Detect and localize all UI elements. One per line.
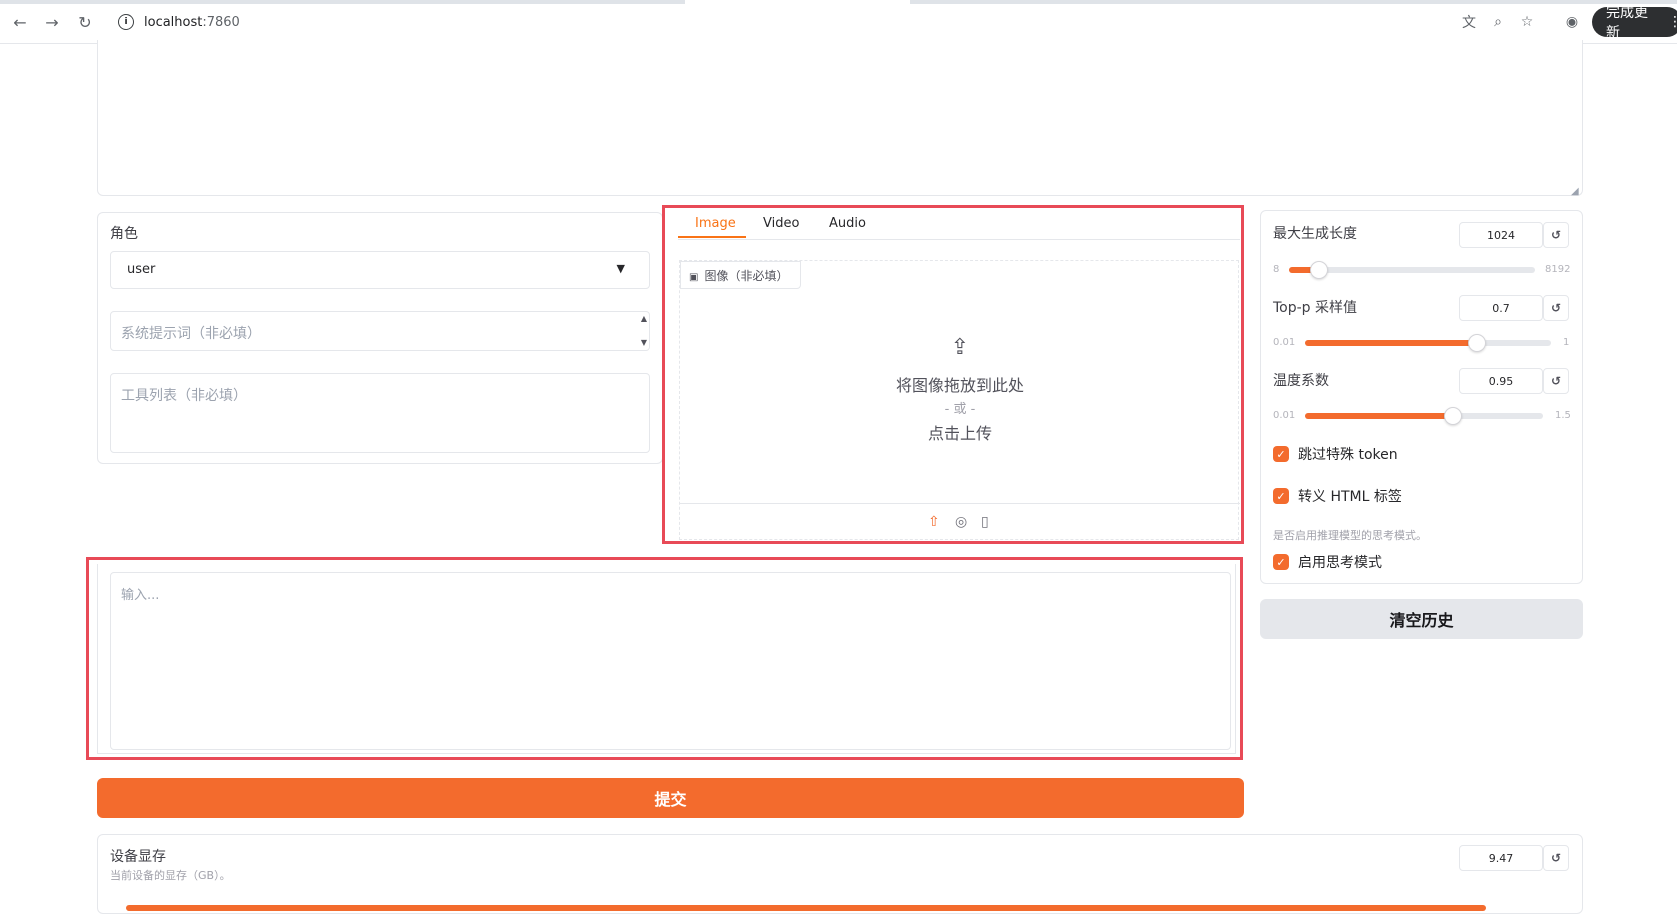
device-memory-reset-icon[interactable]: ↺ xyxy=(1543,845,1569,871)
browser-toolbar: ← → ↻ i localhost:7860 文 ⌕ ☆ ◉ 完成更新 ⋮ xyxy=(0,0,1677,44)
url-port: :7860 xyxy=(202,14,240,30)
top-p-label: Top-p 采样值 xyxy=(1273,300,1358,316)
device-memory-label: 设备显存 xyxy=(110,849,166,865)
image-icon: ▣ xyxy=(689,272,699,283)
spin-down-icon[interactable]: ▼ xyxy=(641,338,647,347)
tools-input[interactable]: 工具列表（非必填） xyxy=(110,373,650,453)
system-prompt-input[interactable]: 系统提示词（非必填） ▲ ▼ xyxy=(110,311,650,351)
role-panel: 角色 user ▼ 系统提示词（非必填） ▲ ▼ 工具列表（非必填） xyxy=(97,212,663,464)
image-label-text: 图像（非必填） xyxy=(704,269,789,283)
device-memory-panel: 设备显存 当前设备的显存（GB）。 9.47 ↺ xyxy=(97,834,1583,914)
enable-thinking-checkbox[interactable]: ✓ xyxy=(1273,554,1289,570)
url-host: localhost xyxy=(144,14,203,30)
temperature-reset-icon[interactable]: ↺ xyxy=(1543,368,1569,394)
click-upload-text: 点击上传 xyxy=(927,424,992,443)
role-value: user xyxy=(127,262,156,277)
enable-thinking-label[interactable]: 启用思考模式 xyxy=(1298,552,1382,572)
spin-up-icon[interactable]: ▲ xyxy=(641,314,647,323)
max-length-slider[interactable] xyxy=(1289,261,1535,279)
tab-video[interactable]: Video xyxy=(763,216,799,231)
clear-history-button[interactable]: 清空历史 xyxy=(1260,599,1583,639)
chat-input-placeholder: 输入... xyxy=(121,588,160,603)
max-length-reset-icon[interactable]: ↺ xyxy=(1543,222,1569,248)
device-memory-slider[interactable] xyxy=(126,905,1486,911)
profile-icon[interactable]: ◉ xyxy=(1562,12,1582,32)
submit-button[interactable]: 提交 xyxy=(97,778,1244,818)
chatbot-panel[interactable] xyxy=(97,40,1583,196)
reload-icon[interactable]: ↻ xyxy=(73,10,97,34)
temperature-slider-thumb[interactable] xyxy=(1443,407,1462,425)
max-length-number[interactable]: 1024 xyxy=(1459,222,1543,248)
max-length-label: 最大生成长度 xyxy=(1273,226,1357,242)
top-p-slider-thumb[interactable] xyxy=(1468,334,1487,352)
top-p-number[interactable]: 0.7 xyxy=(1459,295,1543,321)
role-label: 角色 xyxy=(110,226,138,242)
device-memory-info: 当前设备的显存（GB）。 xyxy=(110,869,231,882)
thinking-hint: 是否启用推理模型的思考模式。 xyxy=(1273,529,1427,542)
back-arrow-icon[interactable]: ← xyxy=(8,10,32,34)
star-icon[interactable]: ☆ xyxy=(1517,12,1537,32)
upload-icon[interactable]: ⇧ xyxy=(928,514,940,530)
active-tab-indicator xyxy=(678,236,746,238)
role-dropdown[interactable]: user ▼ xyxy=(110,251,650,289)
clipboard-icon[interactable]: ▯ xyxy=(981,514,989,530)
address-bar[interactable]: i localhost:7860 xyxy=(108,7,1448,37)
temperature-slider-fill xyxy=(1305,413,1453,419)
tab-strip xyxy=(0,0,1677,4)
max-length-slider-thumb[interactable] xyxy=(1309,261,1328,279)
site-info-icon[interactable]: i xyxy=(118,14,134,30)
or-text: - 或 - xyxy=(944,402,976,417)
top-p-slider[interactable] xyxy=(1305,334,1551,352)
max-length-min: 8 xyxy=(1273,264,1280,275)
temperature-label: 温度系数 xyxy=(1273,373,1329,389)
image-block-label: ▣ 图像（非必填） xyxy=(680,261,802,289)
chat-input-container: 输入... xyxy=(97,564,1236,754)
top-p-slider-fill xyxy=(1305,340,1478,346)
zoom-icon[interactable]: ⌕ xyxy=(1488,12,1508,32)
more-icon[interactable]: ⋮ xyxy=(1668,14,1677,30)
forward-arrow-icon[interactable]: → xyxy=(40,10,64,34)
escape-html-checkbox[interactable]: ✓ xyxy=(1273,488,1289,504)
chevron-down-icon: ▼ xyxy=(616,262,625,275)
update-button[interactable]: 完成更新 ⋮ xyxy=(1592,5,1677,41)
chat-input[interactable]: 输入... xyxy=(110,572,1231,750)
temperature-max: 1.5 xyxy=(1555,410,1571,421)
tab-image[interactable]: Image xyxy=(695,216,736,231)
temperature-number[interactable]: 0.95 xyxy=(1459,368,1543,394)
tab-audio[interactable]: Audio xyxy=(829,216,866,231)
upload-arrow-icon: ⇪ xyxy=(950,335,970,360)
escape-html-label[interactable]: 转义 HTML 标签 xyxy=(1298,486,1402,506)
resize-handle-icon[interactable]: ◢ xyxy=(1571,186,1579,197)
top-p-reset-icon[interactable]: ↺ xyxy=(1543,295,1569,321)
device-memory-number[interactable]: 9.47 xyxy=(1459,845,1543,871)
tab-divider xyxy=(678,239,1240,240)
max-length-max: 8192 xyxy=(1545,264,1571,275)
webcam-icon[interactable]: ◎ xyxy=(955,514,967,530)
source-divider xyxy=(680,503,1240,504)
settings-panel: 最大生成长度 1024 ↺ 8 8192 Top-p 采样值 0.7 ↺ 0.0… xyxy=(1260,210,1583,584)
skip-special-token-checkbox[interactable]: ✓ xyxy=(1273,446,1289,462)
drop-text: 将图像拖放到此处 xyxy=(895,376,1024,395)
skip-special-token-label[interactable]: 跳过特殊 token xyxy=(1298,444,1398,464)
top-p-max: 1 xyxy=(1563,337,1570,348)
tools-placeholder: 工具列表（非必填） xyxy=(121,388,247,404)
system-prompt-placeholder: 系统提示词（非必填） xyxy=(121,326,261,342)
temperature-slider[interactable] xyxy=(1305,407,1543,425)
update-button-label: 完成更新 xyxy=(1606,5,1648,41)
temperature-min: 0.01 xyxy=(1273,410,1296,421)
translate-icon[interactable]: 文 xyxy=(1459,12,1479,32)
top-p-min: 0.01 xyxy=(1273,337,1296,348)
image-upload-area[interactable]: ▣ 图像（非必填） ⇪ 将图像拖放到此处 - 或 - 点击上传 ⇧ ◎ ▯ xyxy=(679,260,1240,540)
